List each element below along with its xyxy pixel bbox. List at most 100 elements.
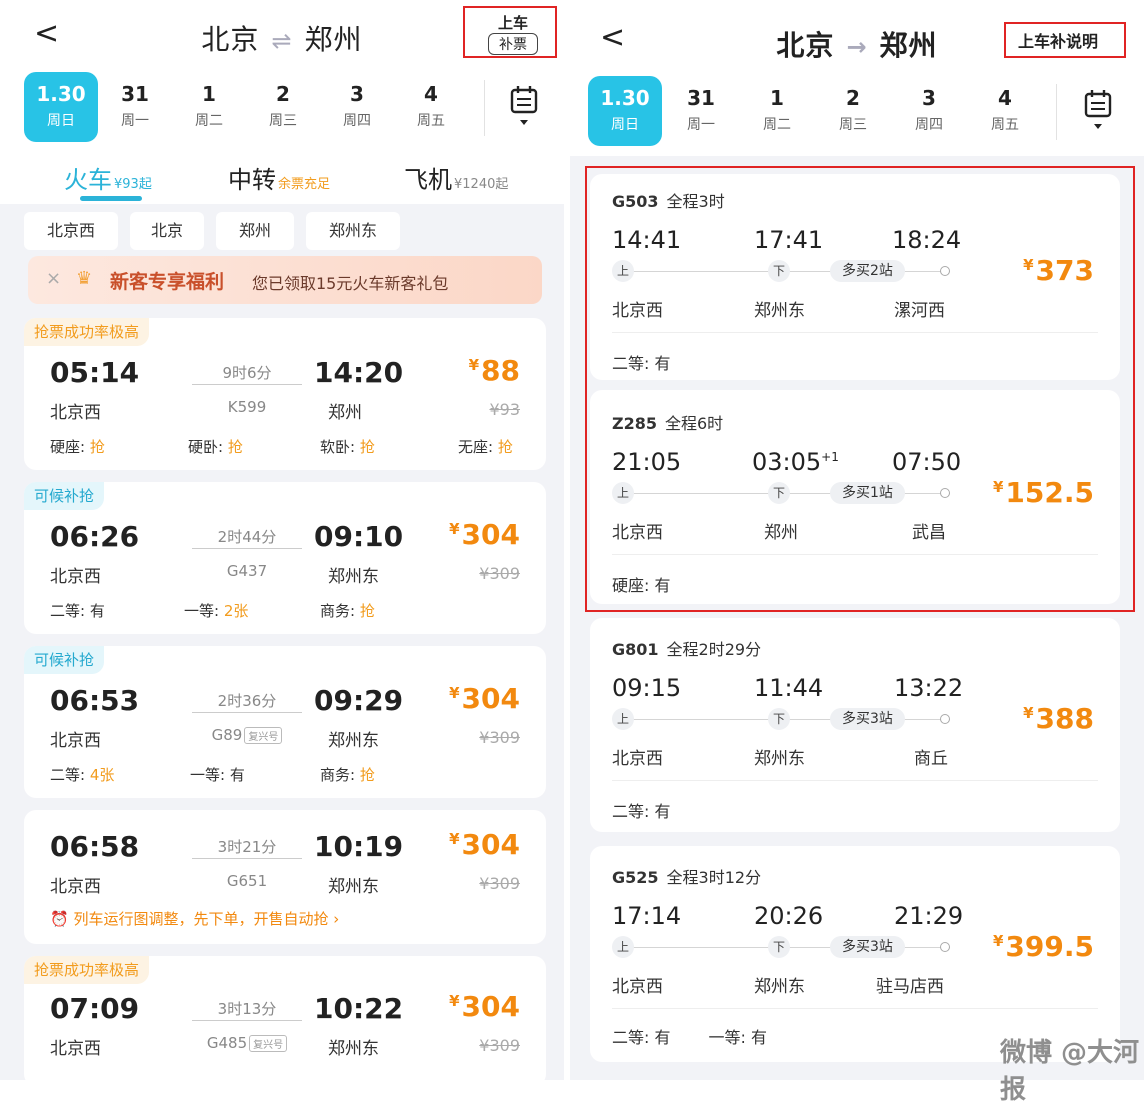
- swap-icon[interactable]: ⇌: [271, 27, 292, 55]
- alight-time: 11:44: [754, 674, 824, 702]
- station-chip[interactable]: 郑州东: [306, 212, 400, 250]
- seat-value: 有: [89, 602, 105, 620]
- currency: ¥: [449, 830, 460, 848]
- seat-value: 抢: [227, 438, 243, 456]
- seat-availability: 一等: 有: [708, 1028, 767, 1047]
- train-header: G525 全程3时12分: [612, 864, 761, 888]
- price-value: 304: [461, 990, 520, 1023]
- calendar-icon[interactable]: [504, 82, 544, 132]
- train-card[interactable]: 抢票成功率极高 07:09 3时13分 10:22 ¥304 北京西 G485 复…: [24, 956, 546, 1080]
- date-day: 31: [687, 86, 715, 110]
- original-price: ¥309: [479, 564, 520, 583]
- route-from: 北京: [201, 23, 260, 56]
- seat-value: 抢: [89, 438, 105, 456]
- date-item[interactable]: 1 周二: [740, 76, 814, 146]
- date-item[interactable]: 31 周一: [98, 72, 172, 142]
- date-item[interactable]: 3 周四: [892, 76, 966, 146]
- date-item[interactable]: 1.30 周日: [588, 76, 662, 146]
- price: ¥304: [449, 518, 520, 551]
- end-marker: [940, 714, 950, 724]
- train-tag: 可候补抢: [24, 646, 105, 674]
- tab-flight[interactable]: 飞机 ¥1240起: [404, 160, 508, 195]
- price-value: 388: [1035, 702, 1094, 735]
- tab-train[interactable]: 火车 ¥93起: [64, 160, 152, 195]
- station-chip[interactable]: 北京西: [24, 212, 118, 250]
- train-code: G525: [612, 868, 659, 887]
- date-week: 周五: [417, 113, 445, 129]
- close-icon[interactable]: ×: [46, 268, 61, 289]
- date-item[interactable]: 4 周五: [968, 76, 1042, 146]
- extra-stations-pill: 多买3站: [830, 936, 905, 958]
- seat-info: 硬卧: 抢: [188, 436, 243, 457]
- depart-time: 06:26: [50, 520, 140, 553]
- arrive-time: 10:19: [314, 830, 404, 863]
- divider: [612, 1008, 1098, 1009]
- train-card[interactable]: 可候补抢 06:26 2时44分 09:10 ¥304 北京西 G437 郑州东…: [24, 482, 546, 634]
- duration: 9时6分: [222, 364, 272, 382]
- date-day: 4: [998, 86, 1012, 110]
- price: ¥399.5: [993, 930, 1094, 963]
- original-price: ¥309: [479, 874, 520, 893]
- seat-value: 抢: [359, 766, 375, 784]
- depart-station: 北京西: [50, 731, 101, 751]
- duration-line: [192, 1020, 302, 1021]
- train-card[interactable]: G525 全程3时12分 17:14 20:26 21:29 上 下 多买3站 ¥…: [590, 846, 1120, 1062]
- station-chip[interactable]: 北京: [130, 212, 204, 250]
- date-week: 周二: [195, 113, 223, 129]
- seat-info: 一等: 有: [190, 764, 245, 785]
- date-item[interactable]: 2 周三: [246, 72, 320, 142]
- calendar-icon[interactable]: [1078, 86, 1118, 136]
- promo-message: 您已领取15元火车新客礼包: [252, 274, 449, 293]
- date-item[interactable]: 1 周二: [172, 72, 246, 142]
- board-marker: 上: [612, 936, 634, 958]
- highlight-box-trains: [585, 166, 1135, 612]
- date-item[interactable]: 4 周五: [394, 72, 468, 142]
- date-item[interactable]: 2 周三: [816, 76, 890, 146]
- arrive-station: 郑州: [328, 403, 362, 423]
- fuxing-badge: 复兴号: [244, 727, 283, 744]
- station-chip[interactable]: 郑州: [216, 212, 294, 250]
- seat-value: 4张: [89, 766, 115, 784]
- currency: ¥: [449, 684, 460, 702]
- promo-banner[interactable]: × ♛ 新客专享福利 您已领取15元火车新客礼包: [28, 256, 542, 304]
- train-card[interactable]: 06:58 3时21分 10:19 ¥304 北京西 G651 郑州东 ¥309…: [24, 810, 546, 944]
- route-track: 上 下 多买3站: [612, 936, 950, 958]
- depart-time: 06:58: [50, 830, 140, 863]
- date-item[interactable]: 3 周四: [320, 72, 394, 142]
- depart-station: 北京西: [612, 977, 663, 997]
- route-to: 郑州: [304, 23, 363, 56]
- currency: ¥: [992, 932, 1004, 950]
- left-screen: < 北京 ⇌ 郑州 上车 补票 1.30 周日 31 周一 1 周二 2 周三 3 周四 4周…: [0, 0, 564, 1080]
- train-card[interactable]: G801 全程2时29分 09:15 11:44 13:22 上 下 多买3站 ¥…: [590, 618, 1120, 832]
- divider: [484, 80, 485, 136]
- date-week: 周日: [611, 117, 639, 133]
- price: ¥304: [449, 990, 520, 1023]
- transport-tabs: 火车 ¥93起 中转 余票充足 飞机 ¥1240起: [0, 150, 564, 204]
- station-filter: 北京西 北京 郑州 郑州东: [0, 204, 564, 260]
- total-duration: 全程3时12分: [666, 868, 762, 887]
- tab-sub: 余票充足: [278, 177, 331, 192]
- train-card[interactable]: 抢票成功率极高 05:14 9时6分 14:20 ¥88 北京西 K599 郑州…: [24, 318, 546, 470]
- arrive-station: 郑州东: [328, 567, 379, 587]
- schedule-notice[interactable]: ⏰ 列车运行图调整，先下单，开售自动抢 ›: [50, 908, 339, 929]
- currency: ¥: [449, 520, 460, 538]
- price-value: 399.5: [1005, 930, 1094, 963]
- date-item[interactable]: 31 周一: [664, 76, 738, 146]
- total-duration: 全程2时29分: [666, 640, 762, 659]
- train-card[interactable]: 可候补抢 06:53 2时36分 09:29 ¥304 北京西 G89 复兴号 郑…: [24, 646, 546, 798]
- date-week: 周一: [121, 113, 149, 129]
- date-item[interactable]: 1.30 周日: [24, 72, 98, 142]
- original-price: ¥309: [479, 1036, 520, 1055]
- route-track: 上 下 多买3站: [612, 708, 950, 730]
- currency: ¥: [449, 992, 460, 1010]
- seat-info: 二等: 有: [50, 600, 105, 621]
- date-week: 周二: [763, 117, 791, 133]
- depart-station: 北京西: [612, 749, 663, 769]
- price-value: 88: [481, 354, 520, 387]
- depart-time: 06:53: [50, 684, 140, 717]
- seat-value: 抢: [497, 438, 513, 456]
- train-code-text: G89: [211, 726, 243, 744]
- highlight-box-board-ticket: [463, 6, 557, 58]
- seat-name: 商务:: [320, 766, 360, 784]
- tab-transfer[interactable]: 中转 余票充足: [228, 160, 330, 195]
